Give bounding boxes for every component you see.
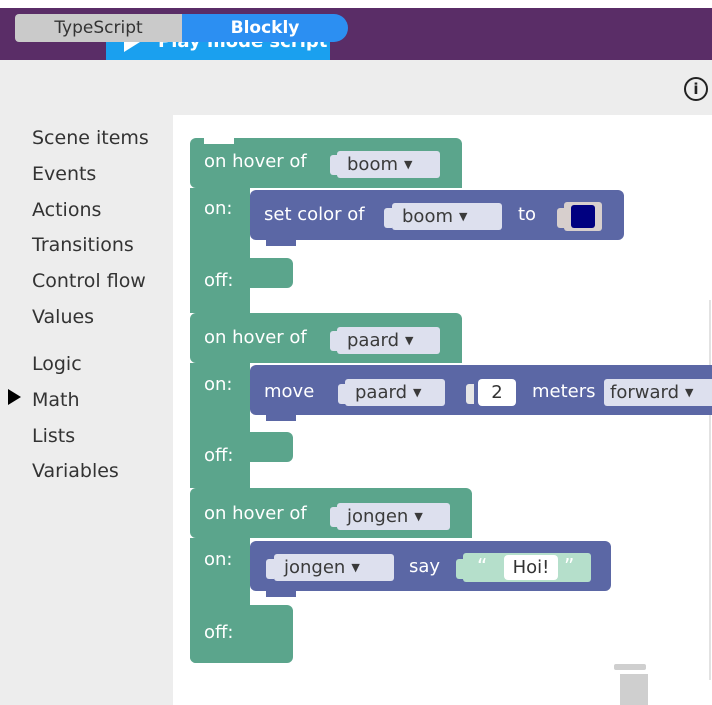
event-label: on hover of — [204, 503, 307, 524]
on-label: on: — [204, 374, 233, 395]
direction-dropdown[interactable]: forward ▼ — [604, 379, 712, 406]
block-tab — [266, 415, 296, 421]
target-dropdown[interactable]: jongen ▼ — [337, 503, 450, 530]
event-label: on hover of — [204, 327, 307, 348]
toolbox-item-transitions[interactable]: Transitions — [32, 234, 134, 256]
blockly-tab[interactable]: Blockly — [182, 14, 348, 42]
amount-input[interactable]: 2 — [478, 379, 516, 406]
action-label: move — [264, 381, 315, 402]
item-dropdown[interactable]: jongen ▼ — [274, 554, 394, 581]
item-dropdown[interactable]: boom ▼ — [392, 203, 502, 230]
toolbox-item-lists[interactable]: Lists — [32, 425, 75, 447]
off-label: off: — [204, 445, 234, 466]
input-socket — [466, 384, 474, 404]
toolbox-item-variables[interactable]: Variables — [32, 460, 119, 482]
color-picker[interactable] — [564, 202, 602, 231]
toolbox: Scene items Events Actions Transitions C… — [0, 115, 173, 705]
workspace-scrollbar[interactable] — [709, 300, 711, 680]
on-label: on: — [204, 549, 233, 570]
off-label: off: — [204, 622, 234, 643]
event-label: on hover of — [204, 151, 307, 172]
action-label: set color of — [264, 204, 365, 225]
toolbox-item-events[interactable]: Events — [32, 163, 96, 185]
open-quote: “ — [477, 554, 488, 578]
toolbox-item-logic[interactable]: Logic — [32, 353, 82, 375]
trash-body — [620, 674, 648, 705]
on-label: on: — [204, 198, 233, 219]
string-block[interactable]: “ Hoi! ” — [463, 553, 591, 582]
typescript-tab[interactable]: TypeScript — [15, 14, 182, 42]
block-notch — [204, 138, 234, 144]
target-dropdown[interactable]: boom ▼ — [337, 151, 440, 178]
to-label: to — [518, 204, 537, 225]
trash-lid — [614, 664, 646, 670]
item-dropdown[interactable]: paard ▼ — [345, 379, 445, 406]
color-swatch — [571, 205, 595, 228]
target-dropdown[interactable]: paard ▼ — [337, 327, 440, 354]
unit-label: meters — [532, 381, 596, 402]
block-tab — [266, 240, 296, 246]
say-label: say — [409, 556, 441, 577]
info-icon[interactable]: i — [684, 77, 708, 101]
input-socket — [266, 559, 274, 579]
mode-switch-bar — [0, 60, 712, 115]
string-input[interactable]: Hoi! — [504, 555, 558, 580]
toolbox-item-math[interactable]: Math — [32, 389, 80, 411]
block-notch — [204, 313, 234, 319]
off-label: off: — [204, 270, 234, 291]
block-tab — [266, 591, 296, 597]
toolbox-item-values[interactable]: Values — [32, 306, 94, 328]
input-socket — [384, 208, 392, 228]
close-quote: ” — [564, 554, 575, 578]
toolbox-item-control-flow[interactable]: Control flow — [32, 270, 146, 292]
selected-arrow-icon — [8, 389, 21, 405]
toolbox-item-scene-items[interactable]: Scene items — [32, 127, 149, 149]
toolbox-item-actions[interactable]: Actions — [32, 199, 101, 221]
